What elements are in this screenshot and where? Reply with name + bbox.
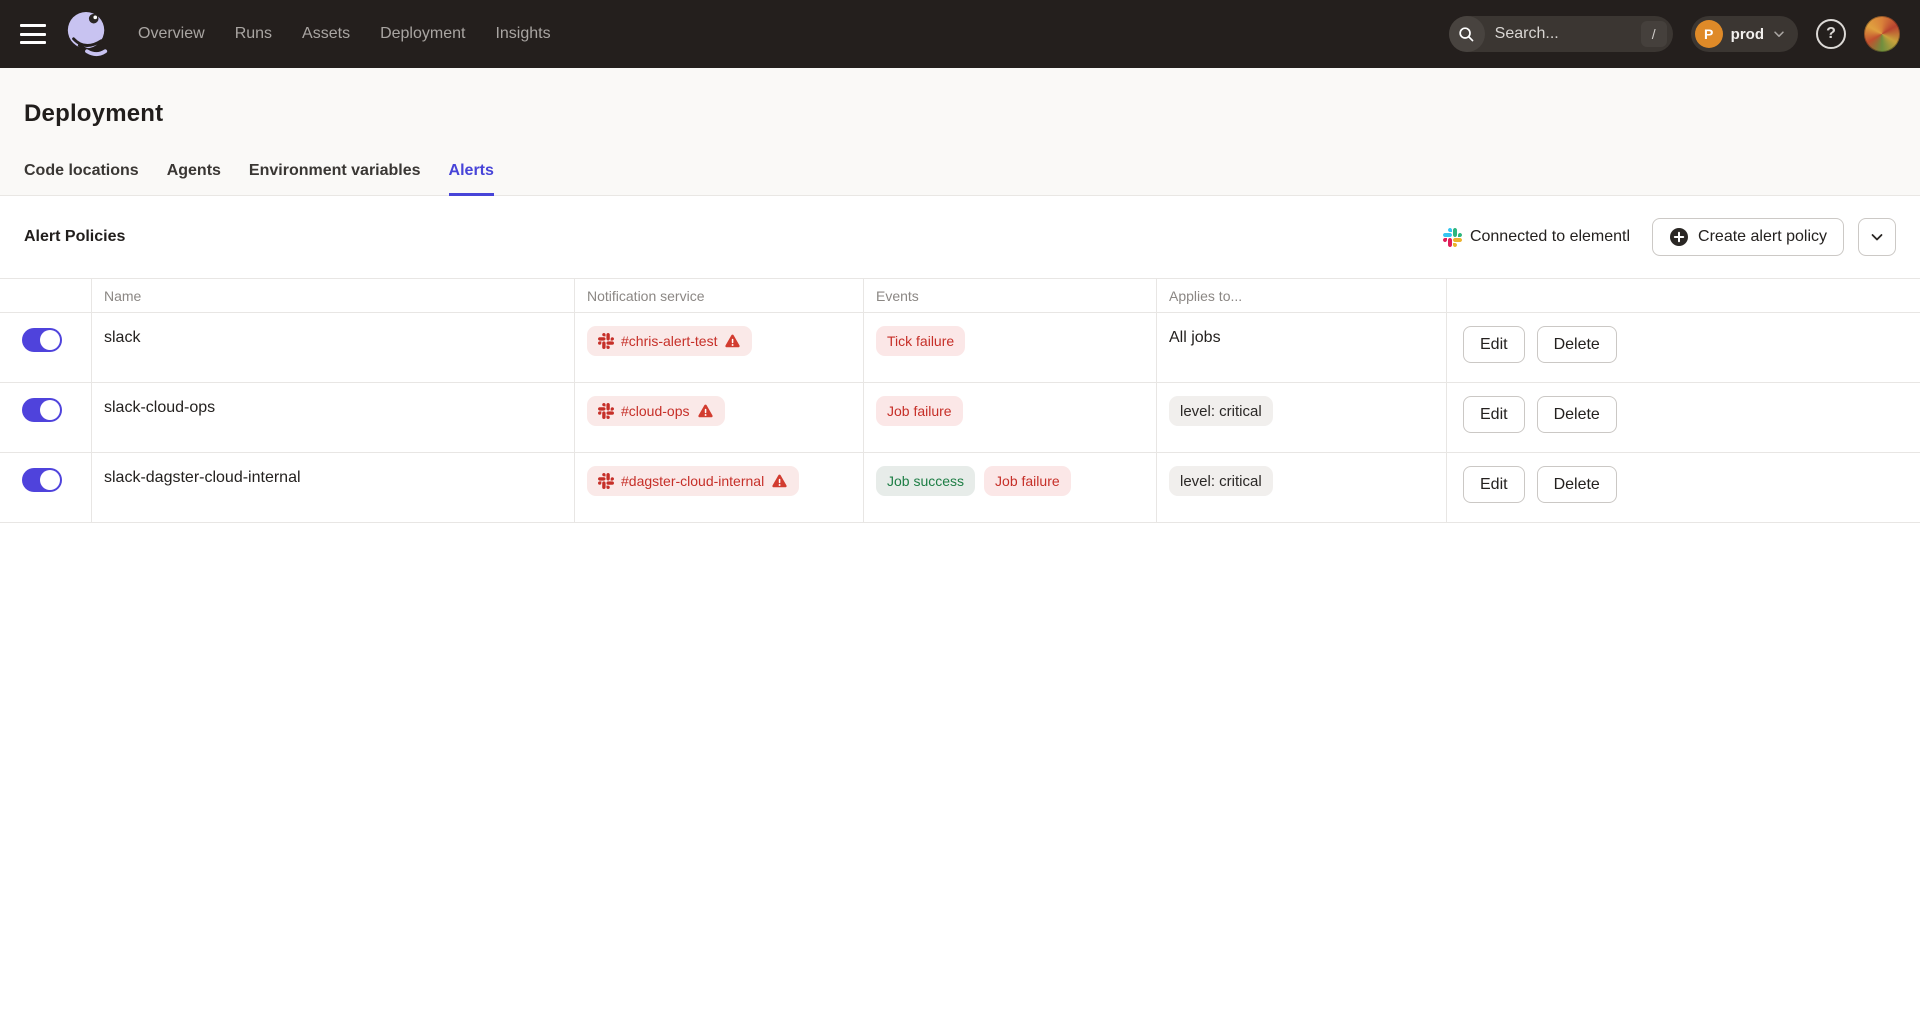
nav-item-overview[interactable]: Overview	[138, 25, 205, 43]
warning-icon	[697, 403, 714, 420]
chevron-down-icon	[1869, 229, 1885, 245]
column-header-toggle	[0, 279, 91, 313]
help-icon[interactable]: ?	[1816, 19, 1846, 49]
tab-alerts[interactable]: Alerts	[449, 162, 494, 195]
alert-policies-table: Name Notification service Events Applies…	[0, 278, 1920, 523]
plus-circle-icon	[1669, 227, 1689, 247]
search-input[interactable]: Search... /	[1449, 16, 1673, 52]
tab-bar: Code locations Agents Environment variab…	[24, 162, 1896, 195]
tab-agents[interactable]: Agents	[167, 162, 221, 195]
event-badge: Job failure	[876, 396, 963, 426]
notification-channel-badge: #cloud-ops	[587, 396, 725, 426]
policy-enabled-toggle[interactable]	[22, 398, 62, 422]
page-header: Deployment Code locations Agents Environ…	[0, 68, 1920, 196]
column-header-actions	[1446, 279, 1920, 313]
policy-name: slack-cloud-ops	[104, 396, 215, 417]
create-alert-policy-button[interactable]: Create alert policy	[1652, 218, 1844, 256]
event-badge: Job failure	[984, 466, 1071, 496]
search-shortcut-badge: /	[1641, 21, 1667, 47]
warning-icon	[724, 333, 741, 350]
edit-button[interactable]: Edit	[1463, 396, 1525, 433]
column-header-notification-service: Notification service	[574, 279, 863, 313]
slack-icon	[1443, 228, 1462, 247]
table-row	[0, 383, 91, 453]
deployment-name: prod	[1731, 26, 1764, 43]
alert-policies-toolbar: Alert Policies Connected to elementl Cre…	[0, 196, 1920, 278]
slack-connection-status: Connected to elementl	[1443, 228, 1630, 247]
edit-button[interactable]: Edit	[1463, 326, 1525, 363]
nav-item-insights[interactable]: Insights	[495, 25, 550, 43]
hamburger-menu-icon[interactable]	[20, 24, 46, 44]
delete-button[interactable]: Delete	[1537, 326, 1617, 363]
tab-environment-variables[interactable]: Environment variables	[249, 162, 421, 195]
connected-label: Connected to elementl	[1470, 228, 1630, 246]
user-avatar[interactable]	[1864, 16, 1900, 52]
applies-to-badge: level: critical	[1169, 396, 1273, 426]
deployment-switcher[interactable]: P prod	[1691, 16, 1798, 52]
search-placeholder: Search...	[1495, 25, 1641, 43]
nav-item-runs[interactable]: Runs	[235, 25, 272, 43]
table-row	[0, 453, 91, 523]
topbar: Overview Runs Assets Deployment Insights…	[0, 0, 1920, 68]
slack-icon	[598, 333, 614, 349]
policy-enabled-toggle[interactable]	[22, 328, 62, 352]
column-header-events: Events	[863, 279, 1156, 313]
notification-channel-badge: #dagster-cloud-internal	[587, 466, 799, 496]
column-header-applies-to: Applies to...	[1156, 279, 1446, 313]
nav-item-assets[interactable]: Assets	[302, 25, 350, 43]
notification-channel-badge: #chris-alert-test	[587, 326, 752, 356]
alert-policies-title: Alert Policies	[24, 228, 125, 246]
applies-to-badge: level: critical	[1169, 466, 1273, 496]
event-badge: Tick failure	[876, 326, 965, 356]
column-header-name: Name	[91, 279, 574, 313]
policy-name: slack	[104, 326, 140, 347]
chevron-down-icon	[1772, 27, 1786, 41]
nav-item-deployment[interactable]: Deployment	[380, 25, 465, 43]
more-options-button[interactable]	[1858, 218, 1896, 256]
page-title: Deployment	[24, 100, 1896, 128]
search-icon	[1449, 16, 1485, 52]
org-initial-badge: P	[1695, 20, 1723, 48]
create-alert-policy-label: Create alert policy	[1698, 228, 1827, 246]
main-nav: Overview Runs Assets Deployment Insights	[138, 25, 551, 43]
applies-to-value: All jobs	[1169, 326, 1221, 347]
policy-name: slack-dagster-cloud-internal	[104, 466, 301, 487]
edit-button[interactable]: Edit	[1463, 466, 1525, 503]
delete-button[interactable]: Delete	[1537, 466, 1617, 503]
delete-button[interactable]: Delete	[1537, 396, 1617, 433]
slack-icon	[598, 473, 614, 489]
slack-icon	[598, 403, 614, 419]
warning-icon	[771, 473, 788, 490]
event-badge: Job success	[876, 466, 975, 496]
tab-code-locations[interactable]: Code locations	[24, 162, 139, 195]
policy-enabled-toggle[interactable]	[22, 468, 62, 492]
dagster-logo[interactable]	[64, 9, 110, 59]
table-row	[0, 313, 91, 383]
